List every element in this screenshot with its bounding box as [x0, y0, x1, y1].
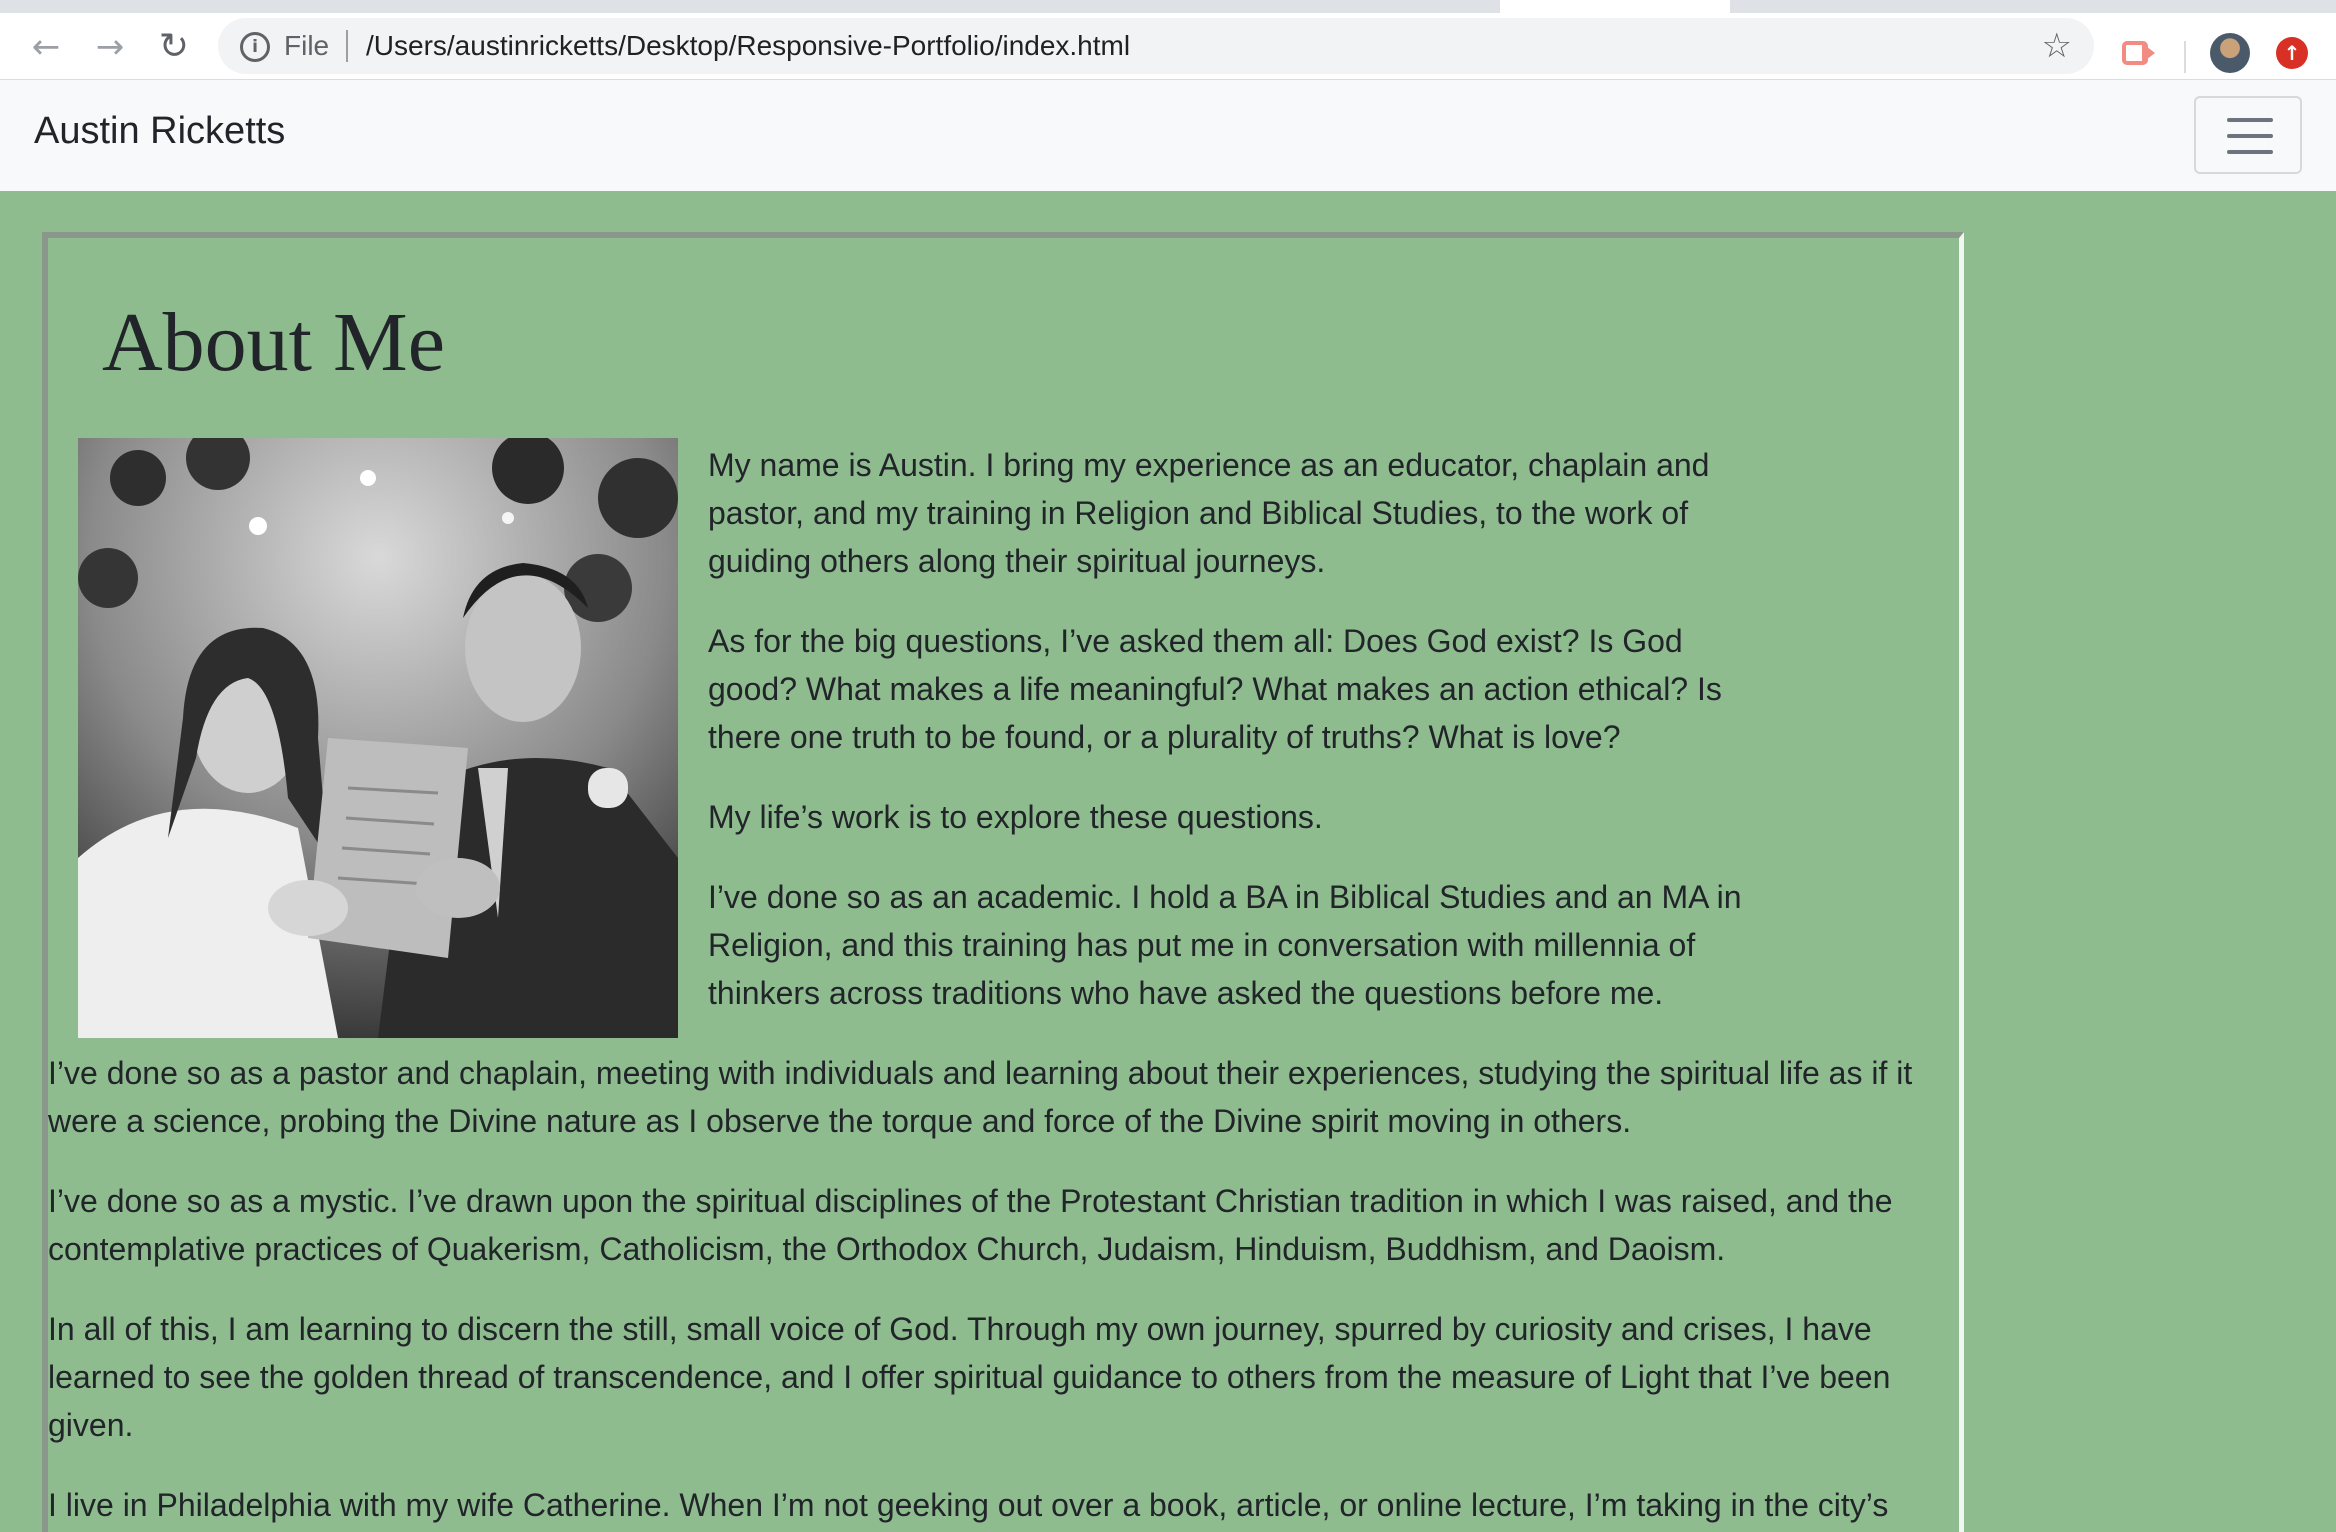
hamburger-menu-icon[interactable]	[2194, 96, 2302, 174]
info-icon[interactable]: i	[240, 32, 270, 62]
bookmark-star-icon[interactable]: ☆	[2042, 26, 2072, 66]
scheme-label: File	[284, 30, 330, 61]
profile-photo	[78, 438, 678, 1038]
about-paragraph: As for the big questions, I’ve asked the…	[708, 623, 1722, 755]
hamburger-line	[2227, 118, 2273, 122]
about-section: About Me My name is Austin. I bring my e…	[42, 232, 1964, 1532]
about-paragraph: I’ve done so as a pastor and chaplain, m…	[48, 1055, 1913, 1139]
about-paragraph: I live in Philadelphia with my wife Cath…	[48, 1487, 1889, 1523]
forward-icon[interactable]: →	[90, 27, 130, 67]
about-paragraph: My life’s work is to explore these quest…	[708, 799, 1323, 835]
address-bar[interactable]: i File /Users/austinricketts/Desktop/Res…	[218, 18, 2094, 74]
url-text[interactable]: /Users/austinricketts/Desktop/Responsive…	[366, 30, 1130, 62]
cast-extension-icon[interactable]	[2122, 39, 2156, 67]
update-icon[interactable]: ↑	[2276, 37, 2308, 69]
active-tab[interactable]	[1500, 0, 1730, 13]
about-paragraph: I’ve done so as a mystic. I’ve drawn upo…	[48, 1183, 1893, 1267]
about-paragraph: In all of this, I am learning to discern…	[48, 1311, 1891, 1443]
browser-toolbar: ← → ↻ i File /Users/austinricketts/Deskt…	[0, 13, 2336, 80]
site-navbar: Austin Ricketts	[0, 80, 2336, 191]
couple-photo-image	[78, 438, 678, 1038]
about-paragraph: My name is Austin. I bring my experience…	[708, 447, 1710, 579]
omnibox-divider	[346, 30, 348, 62]
toolbar-divider	[2184, 41, 2186, 73]
hamburger-line	[2227, 150, 2273, 154]
hamburger-line	[2227, 134, 2273, 138]
about-paragraph: I’ve done so as an academic. I hold a BA…	[708, 879, 1742, 1011]
reload-icon[interactable]: ↻	[154, 27, 194, 67]
tab-strip	[0, 0, 2336, 13]
navbar-brand[interactable]: Austin Ricketts	[34, 110, 285, 153]
profile-avatar[interactable]	[2210, 33, 2250, 73]
back-icon[interactable]: ←	[26, 27, 66, 67]
about-heading: About Me	[102, 296, 445, 389]
